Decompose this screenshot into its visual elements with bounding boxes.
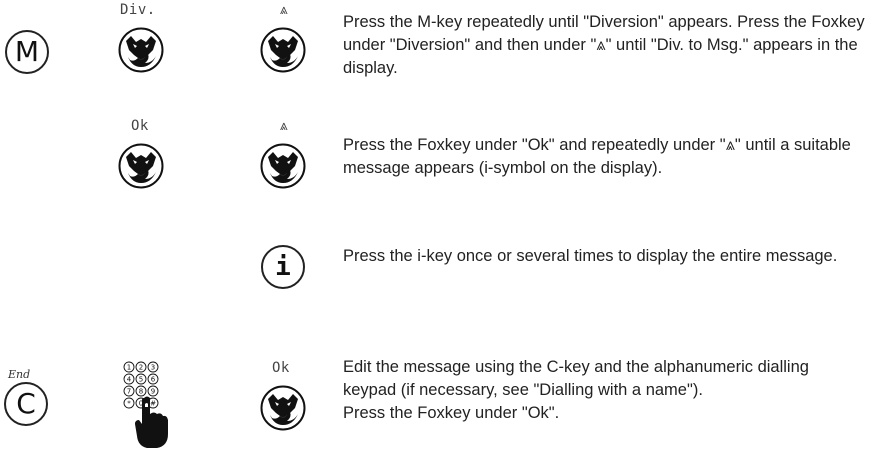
svg-text:9: 9: [151, 388, 155, 396]
keypad-icon: 1 2 34 5 67 8 9* 0 #: [123, 361, 168, 448]
keypad-digit: 9: [147, 385, 159, 397]
display-label-scroll: ⩓: [279, 118, 289, 134]
svg-text:3: 3: [151, 364, 155, 372]
step-4-line-1: Edit the message using the C-key and the…: [343, 358, 809, 399]
display-label-scroll: ⩓: [279, 2, 289, 18]
step-2-text: Press the Foxkey under "Ok" and repeated…: [343, 134, 865, 180]
svg-text:7: 7: [127, 388, 131, 396]
keypad-digit: 2: [135, 361, 147, 373]
display-label-ok: Ok: [131, 118, 149, 134]
c-key-label: C: [16, 387, 36, 420]
step-1-text: Press the M-key repeatedly until "Divers…: [343, 11, 865, 80]
svg-text:8: 8: [139, 388, 143, 396]
m-key-label: M: [14, 35, 40, 68]
step-3-paragraph: Press the i-key once or several times to…: [343, 247, 838, 265]
fox-icon: [260, 385, 306, 431]
svg-text:5: 5: [139, 376, 143, 384]
keypad-digit: 6: [147, 373, 159, 385]
fox-icon: [118, 143, 164, 189]
m-key: M: [5, 30, 49, 74]
step-3-text: Press the i-key once or several times to…: [343, 245, 865, 268]
svg-text:#: #: [150, 400, 156, 408]
step-4-line-2: Press the Foxkey under "Ok".: [343, 404, 560, 422]
svg-text:*: *: [127, 400, 131, 408]
svg-text:1: 1: [127, 364, 131, 372]
keypad-digit: 8: [135, 385, 147, 397]
svg-text:2: 2: [139, 364, 143, 372]
keypad-digit: 5: [135, 373, 147, 385]
i-key-label: i: [275, 252, 291, 282]
end-label: End: [8, 368, 31, 381]
keypad-digit: 1: [123, 361, 135, 373]
fox-icon: [260, 27, 306, 73]
keypad-digit: *: [123, 397, 135, 409]
keypad-digit: 3: [147, 361, 159, 373]
c-key: C: [4, 382, 48, 426]
step-1-paragraph: Press the M-key repeatedly until "Divers…: [343, 13, 865, 77]
display-label-ok: Ok: [272, 360, 290, 376]
svg-text:4: 4: [127, 376, 132, 384]
keypad-digit: 4: [123, 373, 135, 385]
step-4-text: Edit the message using the C-key and the…: [343, 356, 865, 425]
keypad-digit: 7: [123, 385, 135, 397]
display-label-div: Div.: [120, 2, 156, 18]
fox-icon: [118, 27, 164, 73]
step-2-paragraph: Press the Foxkey under "Ok" and repeated…: [343, 136, 851, 177]
fox-icon: [260, 143, 306, 189]
i-key: i: [261, 245, 305, 289]
manual-page: M Div. ⩓ Press the M-key repeatedly unti…: [0, 0, 878, 471]
svg-text:6: 6: [151, 376, 156, 384]
